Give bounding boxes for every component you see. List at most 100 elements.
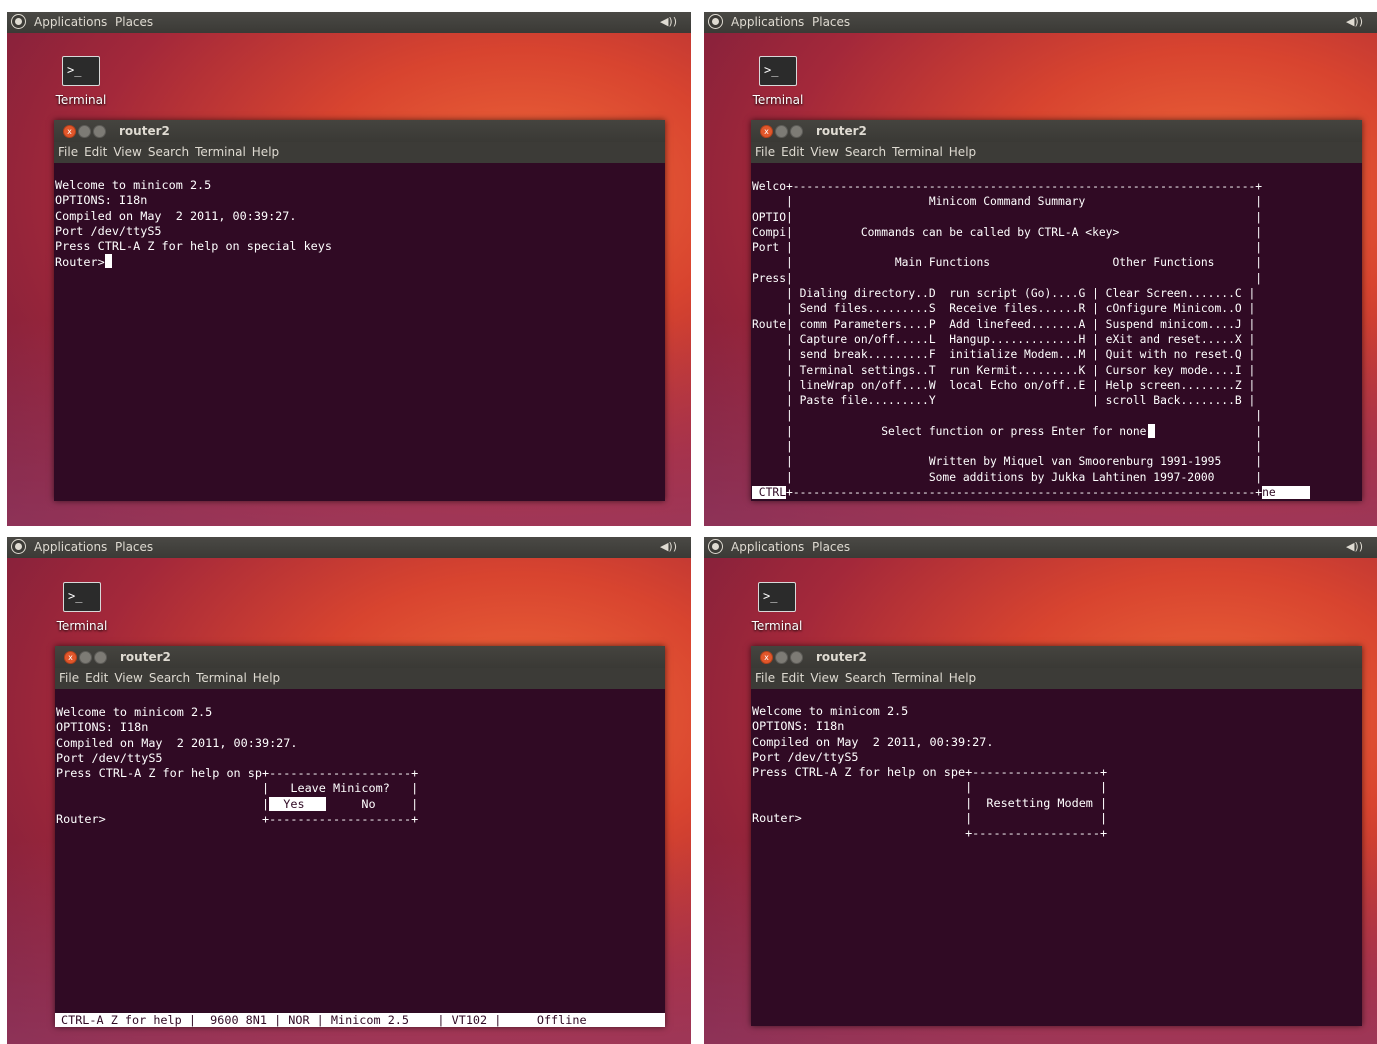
terminal-bottom-line: CTRL+-----------------------------------…: [752, 485, 1310, 500]
minimize-icon[interactable]: [775, 125, 788, 138]
menu-search[interactable]: Search: [149, 671, 190, 685]
volume-icon[interactable]: ◀)): [1346, 540, 1363, 553]
window-titlebar[interactable]: x router2: [55, 646, 665, 668]
terminal-output[interactable]: Welcome to minicom 2.5 OPTIONS: I18n Compi…: [752, 704, 1107, 842]
menu-help[interactable]: Help: [252, 145, 279, 159]
terminal-line: | |: [752, 440, 1263, 454]
minimize-icon[interactable]: [78, 125, 91, 138]
help-box-bottom-border: +---------------------------------------…: [786, 485, 1263, 499]
top-panel: Applications Places ◀)): [7, 537, 691, 558]
maximize-icon[interactable]: [790, 125, 803, 138]
window-titlebar[interactable]: x router2: [54, 120, 665, 142]
applications-menu[interactable]: Applications: [731, 540, 804, 554]
terminal-line: Press CTRL-A Z for help on special keys: [55, 239, 332, 254]
menu-terminal[interactable]: Terminal: [195, 145, 246, 159]
terminal-icon: >_: [63, 582, 101, 612]
close-icon[interactable]: x: [760, 651, 773, 664]
leave-minicom-dialog-row: | Yes No |: [56, 796, 418, 812]
volume-icon[interactable]: ◀)): [660, 15, 677, 28]
terminal-desktop-shortcut[interactable]: >_ Terminal: [47, 582, 117, 633]
menu-help[interactable]: Help: [253, 671, 280, 685]
ubuntu-logo-icon[interactable]: [709, 540, 722, 553]
menu-file[interactable]: File: [58, 145, 78, 159]
minimize-icon[interactable]: [775, 651, 788, 664]
menu-terminal[interactable]: Terminal: [892, 145, 943, 159]
places-menu[interactable]: Places: [812, 15, 850, 29]
no-button[interactable]: No |: [326, 797, 418, 811]
maximize-icon[interactable]: [93, 125, 106, 138]
terminal-output[interactable]: Welcome to minicom 2.5 OPTIONS: I18n Compi…: [56, 705, 418, 827]
menu-view[interactable]: View: [810, 671, 838, 685]
terminal-line: Route| comm Parameters....P Add linefeed…: [752, 317, 1256, 331]
terminal-line: Welcome to minicom 2.5: [752, 704, 909, 718]
places-menu[interactable]: Places: [115, 540, 153, 554]
menu-view[interactable]: View: [113, 145, 141, 159]
terminal-desktop-shortcut[interactable]: >_ Terminal: [743, 56, 813, 107]
ubuntu-logo-icon[interactable]: [12, 15, 25, 28]
menu-file[interactable]: File: [755, 671, 775, 685]
menu-edit[interactable]: Edit: [85, 671, 108, 685]
volume-icon[interactable]: ◀)): [1346, 15, 1363, 28]
menu-edit[interactable]: Edit: [781, 671, 804, 685]
terminal-prompt-line: Router>: [55, 254, 332, 270]
terminal-line: Compiled on May 2 2011, 00:39:27.: [55, 208, 297, 223]
menu-search[interactable]: Search: [148, 145, 189, 159]
menu-bar: File Edit View Search Terminal Help: [751, 668, 1362, 689]
menu-help[interactable]: Help: [949, 145, 976, 159]
router-prompt: Router>: [55, 255, 105, 270]
menu-edit[interactable]: Edit: [781, 145, 804, 159]
applications-menu[interactable]: Applications: [34, 540, 107, 554]
terminal-line: Compiled on May 2 2011, 00:39:27.: [56, 735, 298, 750]
menu-edit[interactable]: Edit: [84, 145, 107, 159]
menu-file[interactable]: File: [59, 671, 79, 685]
places-menu[interactable]: Places: [115, 15, 153, 29]
terminal-output[interactable]: Welcome to minicom 2.5 OPTIONS: I18n Compi…: [55, 178, 332, 271]
close-icon[interactable]: x: [760, 125, 773, 138]
yes-button[interactable]: Yes: [269, 796, 326, 811]
maximize-icon[interactable]: [94, 651, 107, 664]
terminal-line: OPTIONS: I18n: [55, 193, 148, 208]
menu-help[interactable]: Help: [949, 671, 976, 685]
window-titlebar[interactable]: x router2: [751, 120, 1362, 142]
terminal-line: Press| |: [752, 271, 1263, 285]
terminal-line: Router> | |: [752, 811, 1108, 826]
terminal-line: | |: [752, 409, 1263, 423]
desktop-quadrant-2: Applications Places ◀)) >_ Terminal x ro…: [704, 12, 1377, 526]
menu-file[interactable]: File: [755, 145, 775, 159]
terminal-line: | Dialing directory..D run script (Go)..…: [752, 287, 1256, 301]
volume-icon[interactable]: ◀)): [660, 540, 677, 553]
maximize-icon[interactable]: [790, 651, 803, 664]
ubuntu-logo-icon[interactable]: [12, 540, 25, 553]
minicom-help-screen[interactable]: Welco+----------------------------------…: [752, 179, 1310, 500]
close-icon[interactable]: x: [64, 651, 77, 664]
terminal-line: Press CTRL-A Z for help on spe+---------…: [752, 765, 1108, 780]
menu-search[interactable]: Search: [845, 671, 886, 685]
terminal-line: Port | |: [752, 241, 1263, 255]
menu-search[interactable]: Search: [845, 145, 886, 159]
dialog-border: |: [56, 796, 270, 811]
menu-view[interactable]: View: [810, 145, 838, 159]
menu-terminal[interactable]: Terminal: [196, 671, 247, 685]
applications-menu[interactable]: Applications: [731, 15, 804, 29]
window-title: router2: [119, 124, 170, 138]
terminal-desktop-shortcut[interactable]: >_ Terminal: [742, 582, 812, 633]
window-title: router2: [816, 124, 867, 138]
terminal-window: x router2 File Edit View Search Terminal Help…: [55, 646, 665, 1027]
places-menu[interactable]: Places: [812, 540, 850, 554]
terminal-line: | send break.........F initialize Modem.…: [752, 348, 1256, 362]
text-cursor: [104, 254, 112, 269]
top-panel: Applications Places ◀)): [704, 537, 1377, 558]
terminal-line: Port /dev/ttyS5: [55, 223, 162, 238]
menu-bar: File Edit View Search Terminal Help: [751, 142, 1362, 163]
window-titlebar[interactable]: x router2: [751, 646, 1362, 668]
menu-view[interactable]: View: [114, 671, 142, 685]
ubuntu-logo-icon[interactable]: [709, 15, 722, 28]
menu-bar: File Edit View Search Terminal Help: [55, 668, 665, 689]
minimize-icon[interactable]: [79, 651, 92, 664]
terminal-desktop-shortcut[interactable]: >_ Terminal: [46, 56, 116, 107]
terminal-line: Router> +--------------------+: [56, 812, 419, 827]
menu-terminal[interactable]: Terminal: [892, 671, 943, 685]
applications-menu[interactable]: Applications: [34, 15, 107, 29]
close-icon[interactable]: x: [63, 125, 76, 138]
terminal-line: Press CTRL-A Z for help on sp+----------…: [56, 766, 419, 781]
